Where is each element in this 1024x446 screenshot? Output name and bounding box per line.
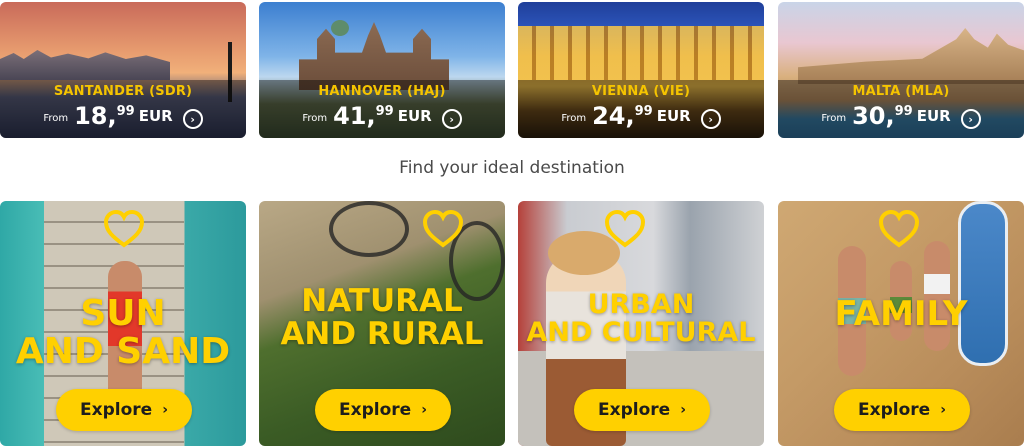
category-urban-and-cultural[interactable]: URBAN AND CULTURAL Explore › — [518, 201, 764, 446]
dome — [331, 20, 349, 36]
price-currency: EUR — [916, 107, 951, 125]
price-decimal: 99 — [116, 104, 135, 119]
destination-city: MALTA (MLA) — [852, 84, 950, 99]
price-integer: 18, — [74, 102, 117, 130]
price-currency: EUR — [138, 107, 173, 125]
price-decimal: 99 — [375, 104, 394, 119]
paddleboard — [958, 201, 1008, 366]
category-sun-and-sand[interactable]: SUN AND SAND Explore › — [0, 201, 246, 446]
heart-icon[interactable] — [103, 209, 145, 249]
category-title: FAMILY — [834, 294, 968, 334]
price-row: From 24, 99 EUR › — [518, 102, 764, 130]
schonbrunn-palace — [518, 26, 764, 80]
category-title: URBAN AND CULTURAL — [526, 289, 756, 349]
category-title: SUN AND SAND — [15, 293, 231, 372]
price-integer: 30, — [852, 102, 895, 130]
explore-button[interactable]: Explore › — [315, 389, 451, 431]
category-family[interactable]: FAMILY Explore › — [778, 201, 1024, 446]
category-natural-and-rural[interactable]: NATURAL AND RURAL Explore › — [259, 201, 505, 446]
destination-card-vienna[interactable]: VIENNA (VIE) From 24, 99 EUR › — [518, 2, 764, 138]
price-integer: 24, — [592, 102, 635, 130]
category-title: NATURAL AND RURAL — [280, 283, 484, 352]
chevron-right-circle-icon[interactable]: › — [182, 109, 203, 129]
chevron-right-icon: › — [680, 402, 686, 418]
explore-button[interactable]: Explore › — [574, 389, 710, 431]
heart-icon[interactable] — [604, 209, 646, 249]
destination-card-malta[interactable]: MALTA (MLA) From 30, 99 EUR › — [778, 2, 1024, 138]
price-integer: 41, — [333, 102, 376, 130]
chevron-right-circle-icon[interactable]: › — [441, 109, 462, 129]
chevron-right-icon: › — [162, 402, 168, 418]
chevron-right-circle-icon[interactable]: › — [960, 109, 981, 129]
destination-city: HANNOVER (HAJ) — [318, 84, 446, 99]
destination-city: VIENNA (VIE) — [591, 84, 691, 99]
price-decimal: 99 — [894, 104, 913, 119]
section-heading: Find your ideal destination — [399, 158, 625, 178]
price-row: From 41, 99 EUR › — [259, 102, 505, 130]
price-decimal: 99 — [634, 104, 653, 119]
chevron-right-circle-icon[interactable]: › — [700, 109, 721, 129]
bicycle-shadow — [329, 201, 409, 257]
heart-icon[interactable] — [422, 209, 464, 249]
destination-card-hannover[interactable]: HANNOVER (HAJ) From 41, 99 EUR › — [259, 2, 505, 138]
destination-card-santander[interactable]: SANTANDER (SDR) From 18, 99 EUR › — [0, 2, 246, 138]
destination-city: SANTANDER (SDR) — [53, 84, 193, 99]
heart-icon[interactable] — [878, 209, 920, 249]
price-row: From 18, 99 EUR › — [0, 102, 246, 130]
price-currency: EUR — [397, 107, 432, 125]
price-currency: EUR — [656, 107, 691, 125]
from-label: From — [561, 113, 587, 124]
chevron-right-icon: › — [940, 402, 946, 418]
price-row: From 30, 99 EUR › — [778, 102, 1024, 130]
explore-button[interactable]: Explore › — [834, 389, 970, 431]
from-label: From — [821, 113, 847, 124]
from-label: From — [302, 113, 328, 124]
explore-button[interactable]: Explore › — [56, 389, 192, 431]
chevron-right-icon: › — [421, 402, 427, 418]
from-label: From — [43, 113, 69, 124]
